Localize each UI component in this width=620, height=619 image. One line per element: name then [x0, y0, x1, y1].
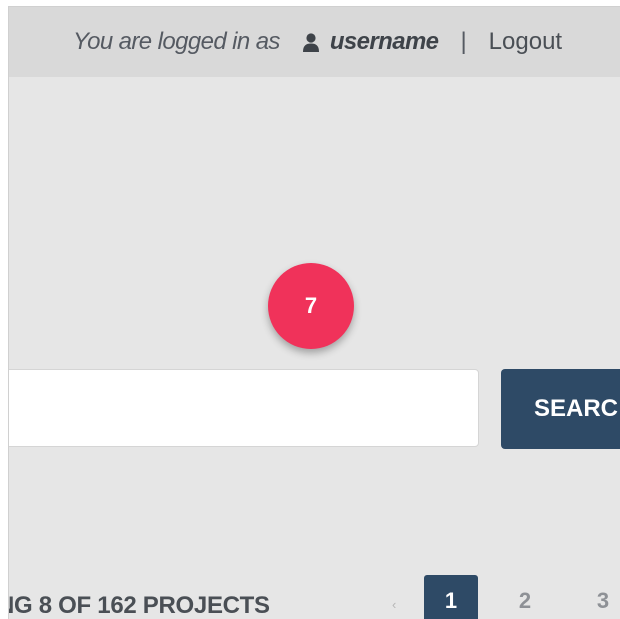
- previous-page-icon[interactable]: ‹: [392, 597, 396, 612]
- search-input[interactable]: [9, 369, 479, 447]
- user-icon: [302, 32, 320, 52]
- results-summary: NG 8 OF 162 PROJECTS: [8, 592, 270, 619]
- username-label: username: [329, 28, 439, 55]
- page-button-2[interactable]: 2: [498, 575, 552, 619]
- logged-in-text: You are logged in as: [73, 28, 280, 55]
- step-badge: 7: [268, 263, 354, 349]
- page-button-3[interactable]: 3: [576, 575, 620, 619]
- page-button-1[interactable]: 1: [424, 575, 478, 619]
- search-button[interactable]: SEARC: [501, 369, 620, 449]
- separator: |: [460, 28, 467, 55]
- login-status: You are logged in as username | Logout: [73, 27, 562, 57]
- logout-link[interactable]: Logout: [489, 28, 562, 56]
- top-bar: You are logged in as username | Logout: [9, 7, 620, 77]
- page-frame: You are logged in as username | Logout 7…: [8, 6, 620, 619]
